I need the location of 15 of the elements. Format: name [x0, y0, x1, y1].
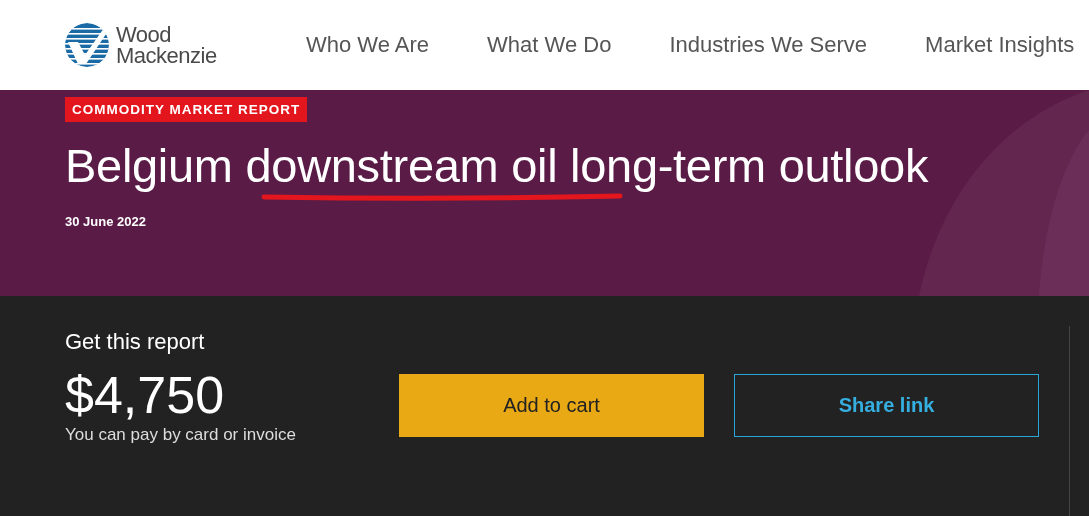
section-heading: Get this report	[65, 329, 206, 355]
report-date: 30 June 2022	[65, 214, 147, 229]
nav-link[interactable]: Market Insights	[925, 32, 1075, 58]
payment-note: You can pay by card or invoice	[65, 425, 297, 445]
share-link-button[interactable]: Share link	[734, 374, 1039, 437]
add-to-cart-button[interactable]: Add to cart	[399, 374, 704, 437]
report-type-badge: COMMODITY MARKET REPORT	[65, 97, 308, 122]
report-title: Belgium downstream oil long-term outlook	[65, 138, 930, 194]
nav-link[interactable]: Who We Are	[306, 32, 430, 58]
logo-text: Wood	[116, 24, 173, 45]
logo-text: Mackenzie	[116, 45, 217, 66]
nav-link[interactable]: Industries We Serve	[669, 32, 868, 58]
price: $4,750	[65, 367, 226, 423]
logo-icon	[64, 22, 110, 68]
nav-link[interactable]: What We Do	[487, 32, 612, 58]
